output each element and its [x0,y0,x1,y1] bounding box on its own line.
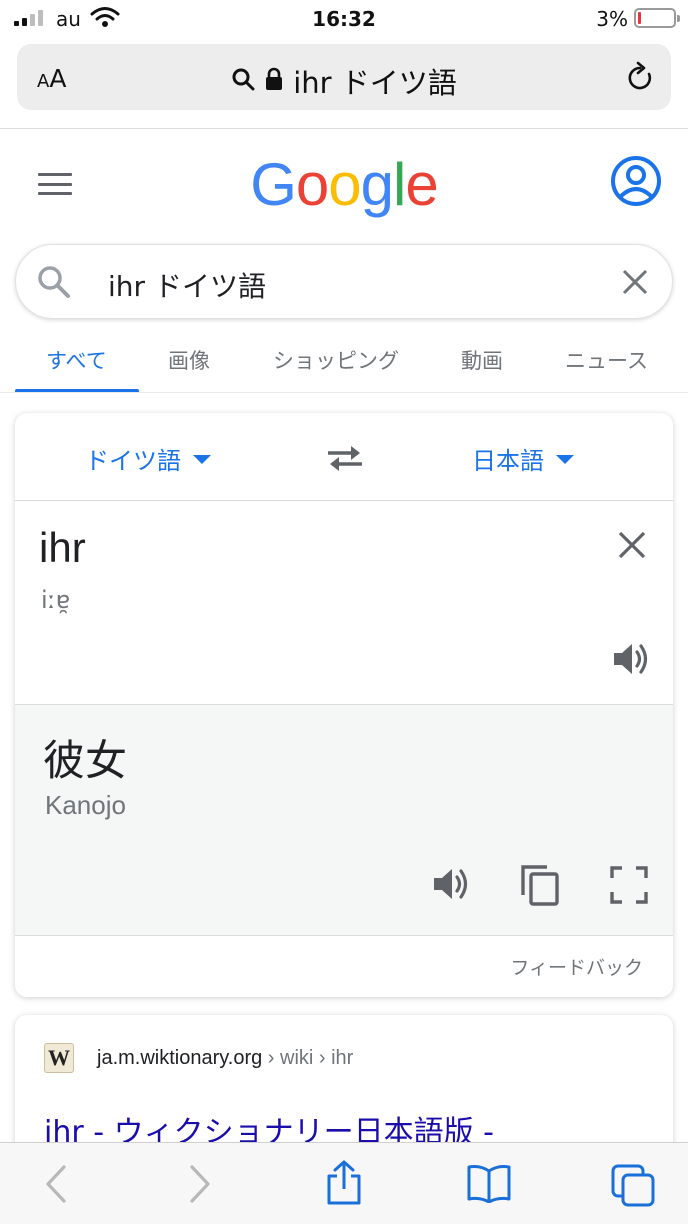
target-language-label: 日本語 [472,447,544,475]
swap-languages-icon[interactable] [325,443,365,478]
translation-panel: 彼女 Kanojo [15,704,673,936]
tab-videos[interactable]: 動画 [461,345,503,375]
logo-letter: o [295,151,329,218]
language-selector-row: ドイツ語 日本語 [15,413,673,501]
battery-level [638,12,641,24]
source-text[interactable]: ihr [39,524,86,572]
translation-romanization: Kanojo [45,790,126,820]
reload-icon[interactable] [625,61,655,98]
fullscreen-icon[interactable] [609,865,649,910]
clear-source-icon[interactable] [617,530,647,565]
tab-news[interactable]: ニュース [565,345,648,375]
wiktionary-favicon: W [44,1043,74,1073]
forward-icon[interactable] [186,1163,214,1210]
account-icon[interactable] [610,155,662,212]
status-bar: au 16:32 3% [0,0,688,40]
url-display[interactable]: ihr ドイツ語 [17,60,671,102]
clock: 16:32 [312,7,376,31]
result-domain: ja.m.wiktionary.org [97,1047,263,1069]
url-text: ihr ドイツ語 [293,66,457,100]
translate-card: ドイツ語 日本語 ihr iːɐ̯ 彼女 Kanojo フィードバック [15,413,673,997]
speaker-icon[interactable] [611,640,651,683]
logo-letter: l [393,151,406,218]
battery-icon [634,8,680,28]
source-language-label: ドイツ語 [85,447,181,475]
browser-chrome-divider [0,128,688,129]
target-language-dropdown[interactable]: 日本語 [472,441,574,476]
result-breadcrumb[interactable]: ja.m.wiktionary.org › wiki › ihr [97,1047,353,1070]
chevron-down-icon [556,455,574,464]
logo-letter: o [328,151,361,218]
source-language-dropdown[interactable]: ドイツ語 [85,441,211,476]
logo-letter: g [360,151,394,218]
browser-toolbar [0,1142,688,1224]
source-text-panel[interactable]: ihr iːɐ̯ [15,502,673,704]
share-icon[interactable] [324,1159,364,1212]
tabs-icon[interactable] [610,1163,656,1212]
tab-all[interactable]: すべて [46,345,107,375]
logo-letter: e [405,151,438,218]
google-logo[interactable]: Google [0,150,688,219]
back-icon[interactable] [42,1163,70,1210]
tab-images[interactable]: 画像 [168,345,210,375]
chevron-down-icon [193,455,211,464]
speaker-icon[interactable] [431,865,471,908]
search-icon [231,67,255,96]
feedback-link[interactable]: フィードバック [510,953,643,980]
search-input[interactable]: ihr ドイツ語 [108,265,266,305]
clear-search-icon[interactable] [620,267,650,302]
tabs-divider [0,392,688,393]
copy-icon[interactable] [519,863,561,912]
lock-icon [265,67,283,96]
logo-letter: G [250,151,297,218]
translated-text: 彼女 [43,736,128,785]
search-icon[interactable] [36,264,72,305]
address-bar[interactable]: AA ihr ドイツ語 [17,44,671,110]
battery-percent: 3% [596,7,628,31]
tab-shopping[interactable]: ショッピング [273,345,399,375]
result-path: › wiki › ihr [262,1047,354,1069]
source-phonetic: iːɐ̯ [41,586,71,614]
bookmarks-icon[interactable] [466,1163,512,1208]
search-tabs: すべて 画像 ショッピング 動画 ニュース [15,340,688,393]
search-box[interactable]: ihr ドイツ語 [15,244,673,319]
